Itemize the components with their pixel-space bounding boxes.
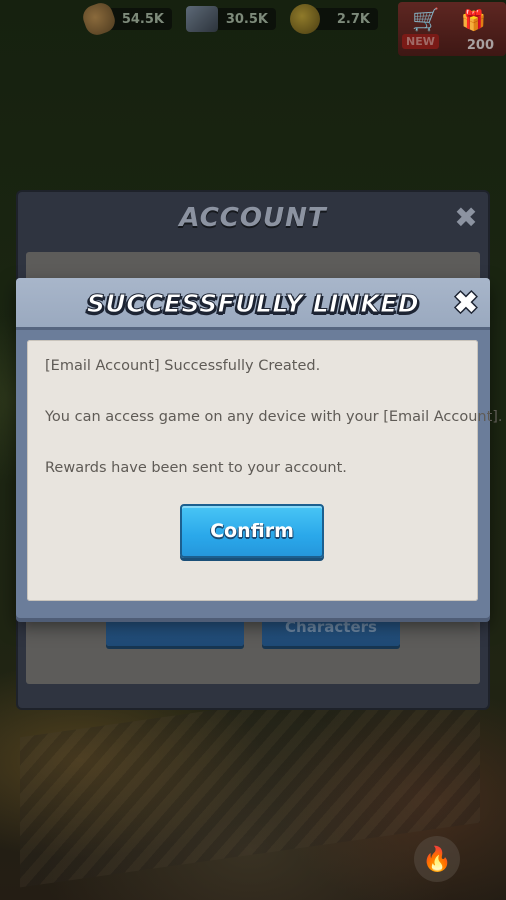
- message-access-any-device: You can access game on any device with y…: [45, 409, 503, 425]
- gold-coin-icon: [290, 4, 320, 34]
- message-rewards-sent: Rewards have been sent to your account.: [45, 460, 347, 476]
- iron-icon: [186, 6, 218, 32]
- shop-button[interactable]: 🛒 🎁 NEW 200: [398, 2, 506, 56]
- dialog-title: SUCCESSFULLY LINKED: [86, 288, 420, 318]
- account-title: ACCOUNT: [179, 203, 327, 233]
- dialog-body: [Email Account] Successfully Created. Yo…: [27, 340, 503, 601]
- wood-amount: 54.5K: [121, 11, 164, 27]
- iron-amount: 30.5K: [225, 11, 268, 27]
- resource-bar: 54.5K 30.5K 2.7K 🛒 🎁 NEW 200: [0, 0, 506, 58]
- new-badge: NEW: [402, 34, 439, 49]
- shop-count: 200: [466, 38, 494, 53]
- close-icon[interactable]: ✖: [450, 288, 482, 320]
- fire-icon: 🔥: [414, 836, 460, 882]
- confirm-button[interactable]: Confirm: [180, 504, 324, 558]
- wood-icon: [79, 0, 119, 39]
- shopping-cart-icon: 🛒: [412, 8, 440, 33]
- gift-icon: 🎁: [461, 8, 486, 32]
- gold-amount: 2.7K: [336, 11, 370, 27]
- success-dialog: SUCCESSFULLY LINKED ✖ [Email Account] Su…: [16, 278, 503, 618]
- account-close-icon[interactable]: ✖: [452, 204, 480, 232]
- message-account-created: [Email Account] Successfully Created.: [45, 358, 321, 374]
